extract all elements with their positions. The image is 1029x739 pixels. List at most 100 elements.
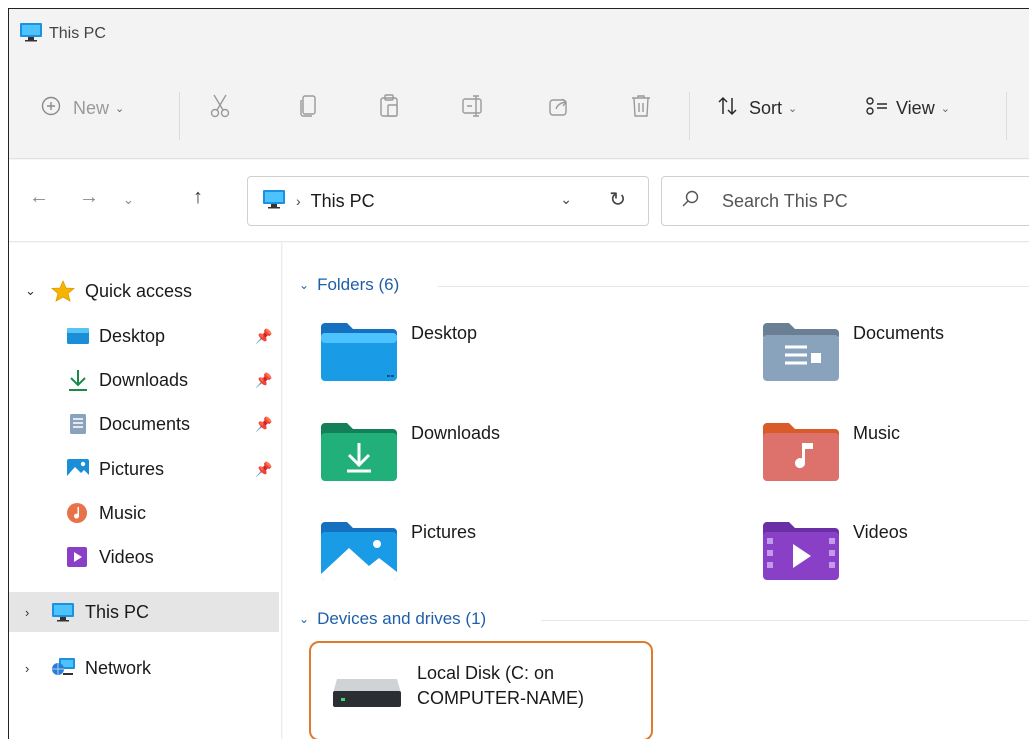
nav-item-label: Documents <box>99 413 191 434</box>
folder-tile-music[interactable]: Music <box>761 419 1029 499</box>
copy-button[interactable] <box>299 94 319 123</box>
rename-icon <box>462 94 486 122</box>
content-pane: ⌄ Folders (6) Desktop Documents Download… <box>283 243 1029 739</box>
copy-icon <box>299 94 319 123</box>
nav-network-label: Network <box>85 657 152 678</box>
expand-chevron-icon[interactable]: › <box>25 661 29 676</box>
expand-chevron-icon[interactable]: › <box>25 605 29 620</box>
search-icon <box>682 190 700 213</box>
new-label: New <box>73 97 110 118</box>
sort-button[interactable]: Sort ⌄ <box>717 95 797 121</box>
hard-drive-icon <box>331 677 403 714</box>
nav-item-label: Music <box>99 502 147 523</box>
chevron-down-icon: ⌄ <box>788 102 798 115</box>
delete-button[interactable] <box>631 94 651 121</box>
group-divider <box>438 286 1029 287</box>
nav-this-pc-label: This PC <box>85 601 150 622</box>
pin-icon[interactable]: 📌 <box>255 372 272 389</box>
nav-item-music[interactable]: Music <box>9 493 279 533</box>
new-button[interactable]: New ⌄ <box>41 95 124 121</box>
nav-item-pictures[interactable]: Pictures 📌 <box>9 449 279 489</box>
nav-item-downloads[interactable]: Downloads 📌 <box>9 360 279 400</box>
search-box[interactable] <box>661 176 1029 226</box>
address-history-chevron-icon[interactable]: ⌄ <box>560 191 572 208</box>
pin-icon[interactable]: 📌 <box>255 461 272 478</box>
forward-arrow-icon[interactable]: → <box>79 186 99 209</box>
pictures-folder-icon <box>319 518 399 582</box>
folder-tile-videos[interactable]: Videos <box>761 518 1029 598</box>
this-pc-icon <box>51 602 75 622</box>
recent-locations-chevron-icon[interactable]: ⌄ <box>123 192 134 208</box>
pictures-icon <box>66 458 90 479</box>
view-label: View <box>896 97 935 118</box>
this-pc-icon <box>19 22 43 47</box>
folder-tile-pictures[interactable]: Pictures <box>319 518 719 598</box>
nav-item-documents[interactable]: Documents 📌 <box>9 404 279 444</box>
share-button[interactable] <box>549 95 571 121</box>
paste-button[interactable] <box>379 93 401 123</box>
rename-button[interactable] <box>462 94 486 122</box>
search-input[interactable] <box>722 190 1002 212</box>
file-explorer-window: This PC New ⌄ Sort ⌄ View ⌄ ← → ⌄ ↑ › Th… <box>8 8 1029 739</box>
breadcrumb-this-pc[interactable]: This PC <box>311 191 375 212</box>
folder-name: Desktop <box>411 323 478 343</box>
folder-name: Music <box>853 423 901 443</box>
address-bar[interactable]: › This PC ⌄ ↻ <box>247 176 649 226</box>
nav-item-videos[interactable]: Videos <box>9 537 279 577</box>
videos-folder-icon <box>761 518 841 582</box>
network-icon <box>51 657 75 677</box>
folders-group-header[interactable]: ⌄ Folders (6) <box>299 275 399 295</box>
desktop-folder-icon <box>319 319 399 383</box>
folder-tile-documents[interactable]: Documents <box>761 319 1029 399</box>
nav-quick-access-label: Quick access <box>85 280 193 301</box>
sort-icon <box>717 96 739 121</box>
download-arrow-icon <box>66 368 90 391</box>
drives-group-label: Devices and drives (1) <box>317 609 487 628</box>
separator <box>689 92 690 140</box>
chevron-down-icon: ⌄ <box>940 102 950 115</box>
pin-icon[interactable]: 📌 <box>255 416 272 433</box>
drives-group-header[interactable]: ⌄ Devices and drives (1) <box>299 609 486 629</box>
folder-tile-downloads[interactable]: Downloads <box>319 419 719 499</box>
videos-icon <box>66 546 90 567</box>
group-divider <box>541 620 1029 621</box>
music-icon <box>66 502 90 523</box>
nav-item-label: Downloads <box>99 369 189 390</box>
folder-tile-desktop[interactable]: Desktop <box>319 319 719 399</box>
up-arrow-icon[interactable]: ↑ <box>193 186 203 209</box>
sort-label: Sort <box>749 97 783 118</box>
drive-name-line2: COMPUTER-NAME) <box>417 688 584 708</box>
address-row: ← → ⌄ ↑ › This PC ⌄ ↻ <box>9 160 1029 242</box>
view-button[interactable]: View ⌄ <box>866 95 950 121</box>
downloads-folder-icon <box>319 419 399 483</box>
nav-item-desktop[interactable]: Desktop 📌 <box>9 316 279 356</box>
folders-group-label: Folders (6) <box>317 275 400 294</box>
music-folder-icon <box>761 419 841 483</box>
drive-name: Local Disk (C: on COMPUTER-NAME) <box>417 661 647 711</box>
pin-icon[interactable]: 📌 <box>255 328 272 345</box>
breadcrumb-separator-icon[interactable]: › <box>296 193 301 209</box>
document-icon <box>69 413 93 434</box>
cut-button[interactable] <box>209 94 231 123</box>
collapse-chevron-icon: ⌄ <box>299 278 310 292</box>
share-icon <box>549 95 571 122</box>
nav-item-label: Pictures <box>99 458 165 479</box>
nav-this-pc[interactable]: › This PC <box>9 592 279 632</box>
plus-circle-icon <box>41 96 61 121</box>
title-bar: This PC <box>9 9 1029 59</box>
folder-name: Documents <box>853 323 945 343</box>
collapse-chevron-icon: ⌄ <box>299 612 310 626</box>
command-bar: New ⌄ Sort ⌄ View ⌄ <box>9 59 1029 159</box>
separator <box>179 92 180 140</box>
refresh-icon[interactable]: ↻ <box>609 187 626 212</box>
clipboard-icon <box>379 93 401 123</box>
nav-network[interactable]: › Network <box>9 648 279 688</box>
back-arrow-icon[interactable]: ← <box>29 186 49 209</box>
scissors-icon <box>209 94 231 123</box>
nav-quick-access[interactable]: ⌄ Quick access <box>9 271 279 311</box>
window-title: This PC <box>49 25 106 42</box>
expand-chevron-icon[interactable]: ⌄ <box>25 283 36 299</box>
folder-name: Pictures <box>411 522 477 542</box>
view-list-icon <box>866 96 888 121</box>
drive-tile-local-disk[interactable]: Local Disk (C: on COMPUTER-NAME) <box>309 641 653 739</box>
